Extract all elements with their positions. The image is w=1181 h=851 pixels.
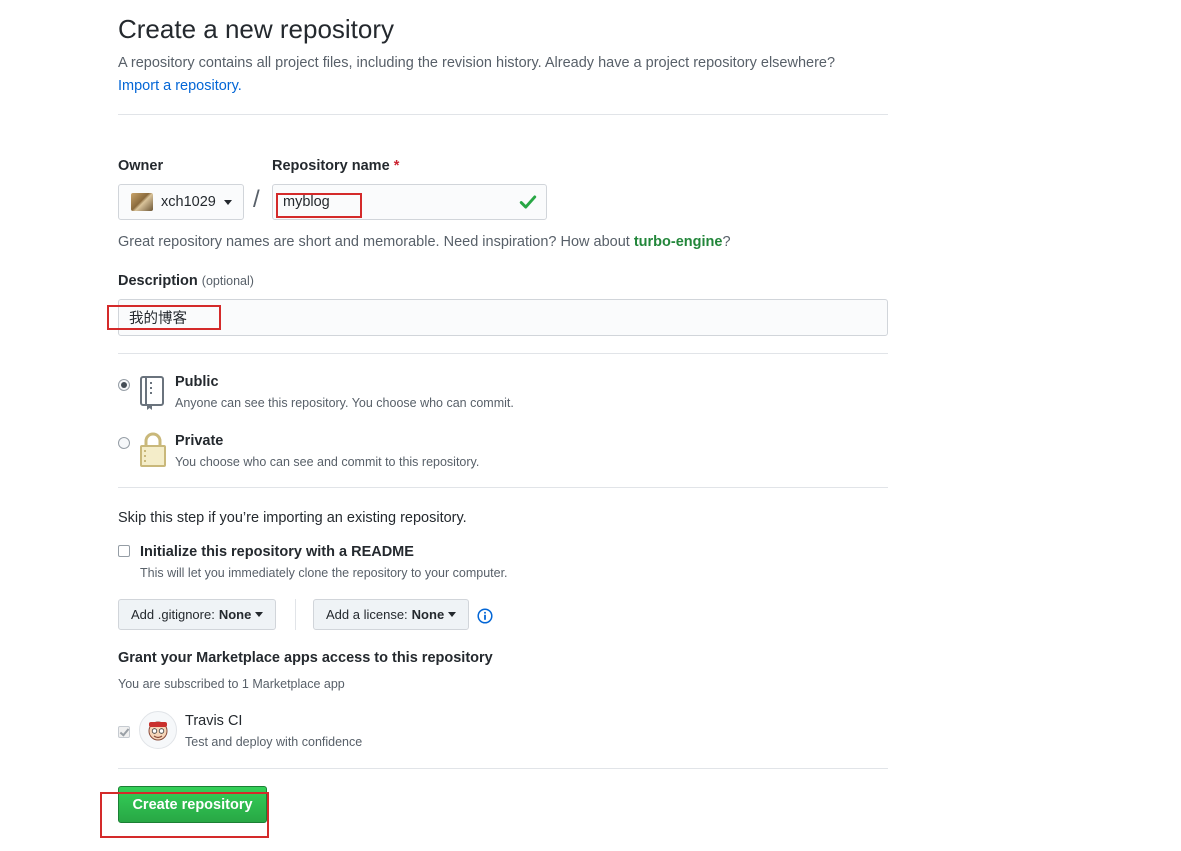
travis-ci-checkbox [118, 726, 130, 738]
divider [118, 487, 888, 488]
lock-icon [140, 432, 166, 467]
repo-name-hint: Great repository names are short and mem… [118, 234, 731, 250]
repo-name-label: Repository name * [272, 158, 399, 174]
page-subtitle: A repository contains all project files,… [118, 52, 898, 98]
page-title: Create a new repository [118, 14, 395, 44]
description-label: Description (optional) [118, 273, 254, 289]
owner-label: Owner [118, 158, 164, 174]
name-suggestion-link[interactable]: turbo-engine [634, 234, 723, 250]
private-radio[interactable] [118, 437, 130, 449]
divider [295, 599, 296, 630]
marketplace-title: Grant your Marketplace apps access to th… [118, 650, 493, 666]
skip-step-text: Skip this step if you’re importing an ex… [118, 510, 467, 526]
repo-book-icon [140, 376, 164, 410]
travis-ci-description: Test and deploy with confidence [185, 735, 363, 749]
divider [118, 114, 888, 115]
readme-checkbox[interactable] [118, 545, 130, 557]
caret-down-icon [223, 199, 232, 205]
marketplace-note: You are subscribed to 1 Marketplace app [118, 677, 345, 691]
private-option-title: Private [175, 433, 224, 449]
license-select-button[interactable]: Add a license: None [313, 599, 470, 630]
repository-name-input[interactable] [272, 184, 547, 220]
gitignore-select-button[interactable]: Add .gitignore: None [118, 599, 277, 630]
hint-suffix: ? [722, 234, 731, 250]
description-label-text: Description [118, 273, 198, 289]
private-option-note: You choose who can see and commit to thi… [175, 455, 480, 469]
repo-name-label-text: Repository name [272, 158, 390, 174]
travis-mascot-icon [148, 721, 168, 741]
owner-repo-separator: / [253, 186, 260, 213]
readme-note: This will let you immediately clone the … [140, 566, 508, 580]
divider [118, 353, 888, 354]
license-label: Add a license: [326, 607, 408, 622]
info-icon[interactable] [477, 608, 493, 624]
owner-select-button[interactable]: xch1029 [118, 184, 244, 220]
owner-name: xch1029 [161, 194, 216, 210]
caret-down-icon [255, 612, 264, 617]
travis-ci-avatar [139, 711, 177, 749]
readme-label[interactable]: Initialize this repository with a README [140, 544, 414, 560]
avatar [131, 193, 153, 211]
divider [118, 768, 888, 769]
gitignore-label: Add .gitignore: [131, 607, 215, 622]
check-icon [519, 195, 537, 209]
public-radio[interactable] [118, 379, 130, 391]
hint-prefix: Great repository names are short and mem… [118, 234, 634, 250]
public-option-title: Public [175, 374, 219, 390]
subtitle-text: A repository contains all project files,… [118, 55, 836, 71]
import-repository-link[interactable]: Import a repository. [118, 78, 242, 94]
public-option-note: Anyone can see this repository. You choo… [175, 396, 514, 410]
create-repository-button[interactable]: Create repository [118, 786, 267, 823]
caret-down-icon [448, 612, 457, 617]
license-value: None [411, 607, 445, 622]
required-mark: * [393, 158, 400, 174]
gitignore-value: None [218, 607, 252, 622]
description-input[interactable] [118, 299, 888, 336]
travis-ci-name: Travis CI [185, 713, 243, 729]
optional-hint: (optional) [201, 274, 254, 288]
